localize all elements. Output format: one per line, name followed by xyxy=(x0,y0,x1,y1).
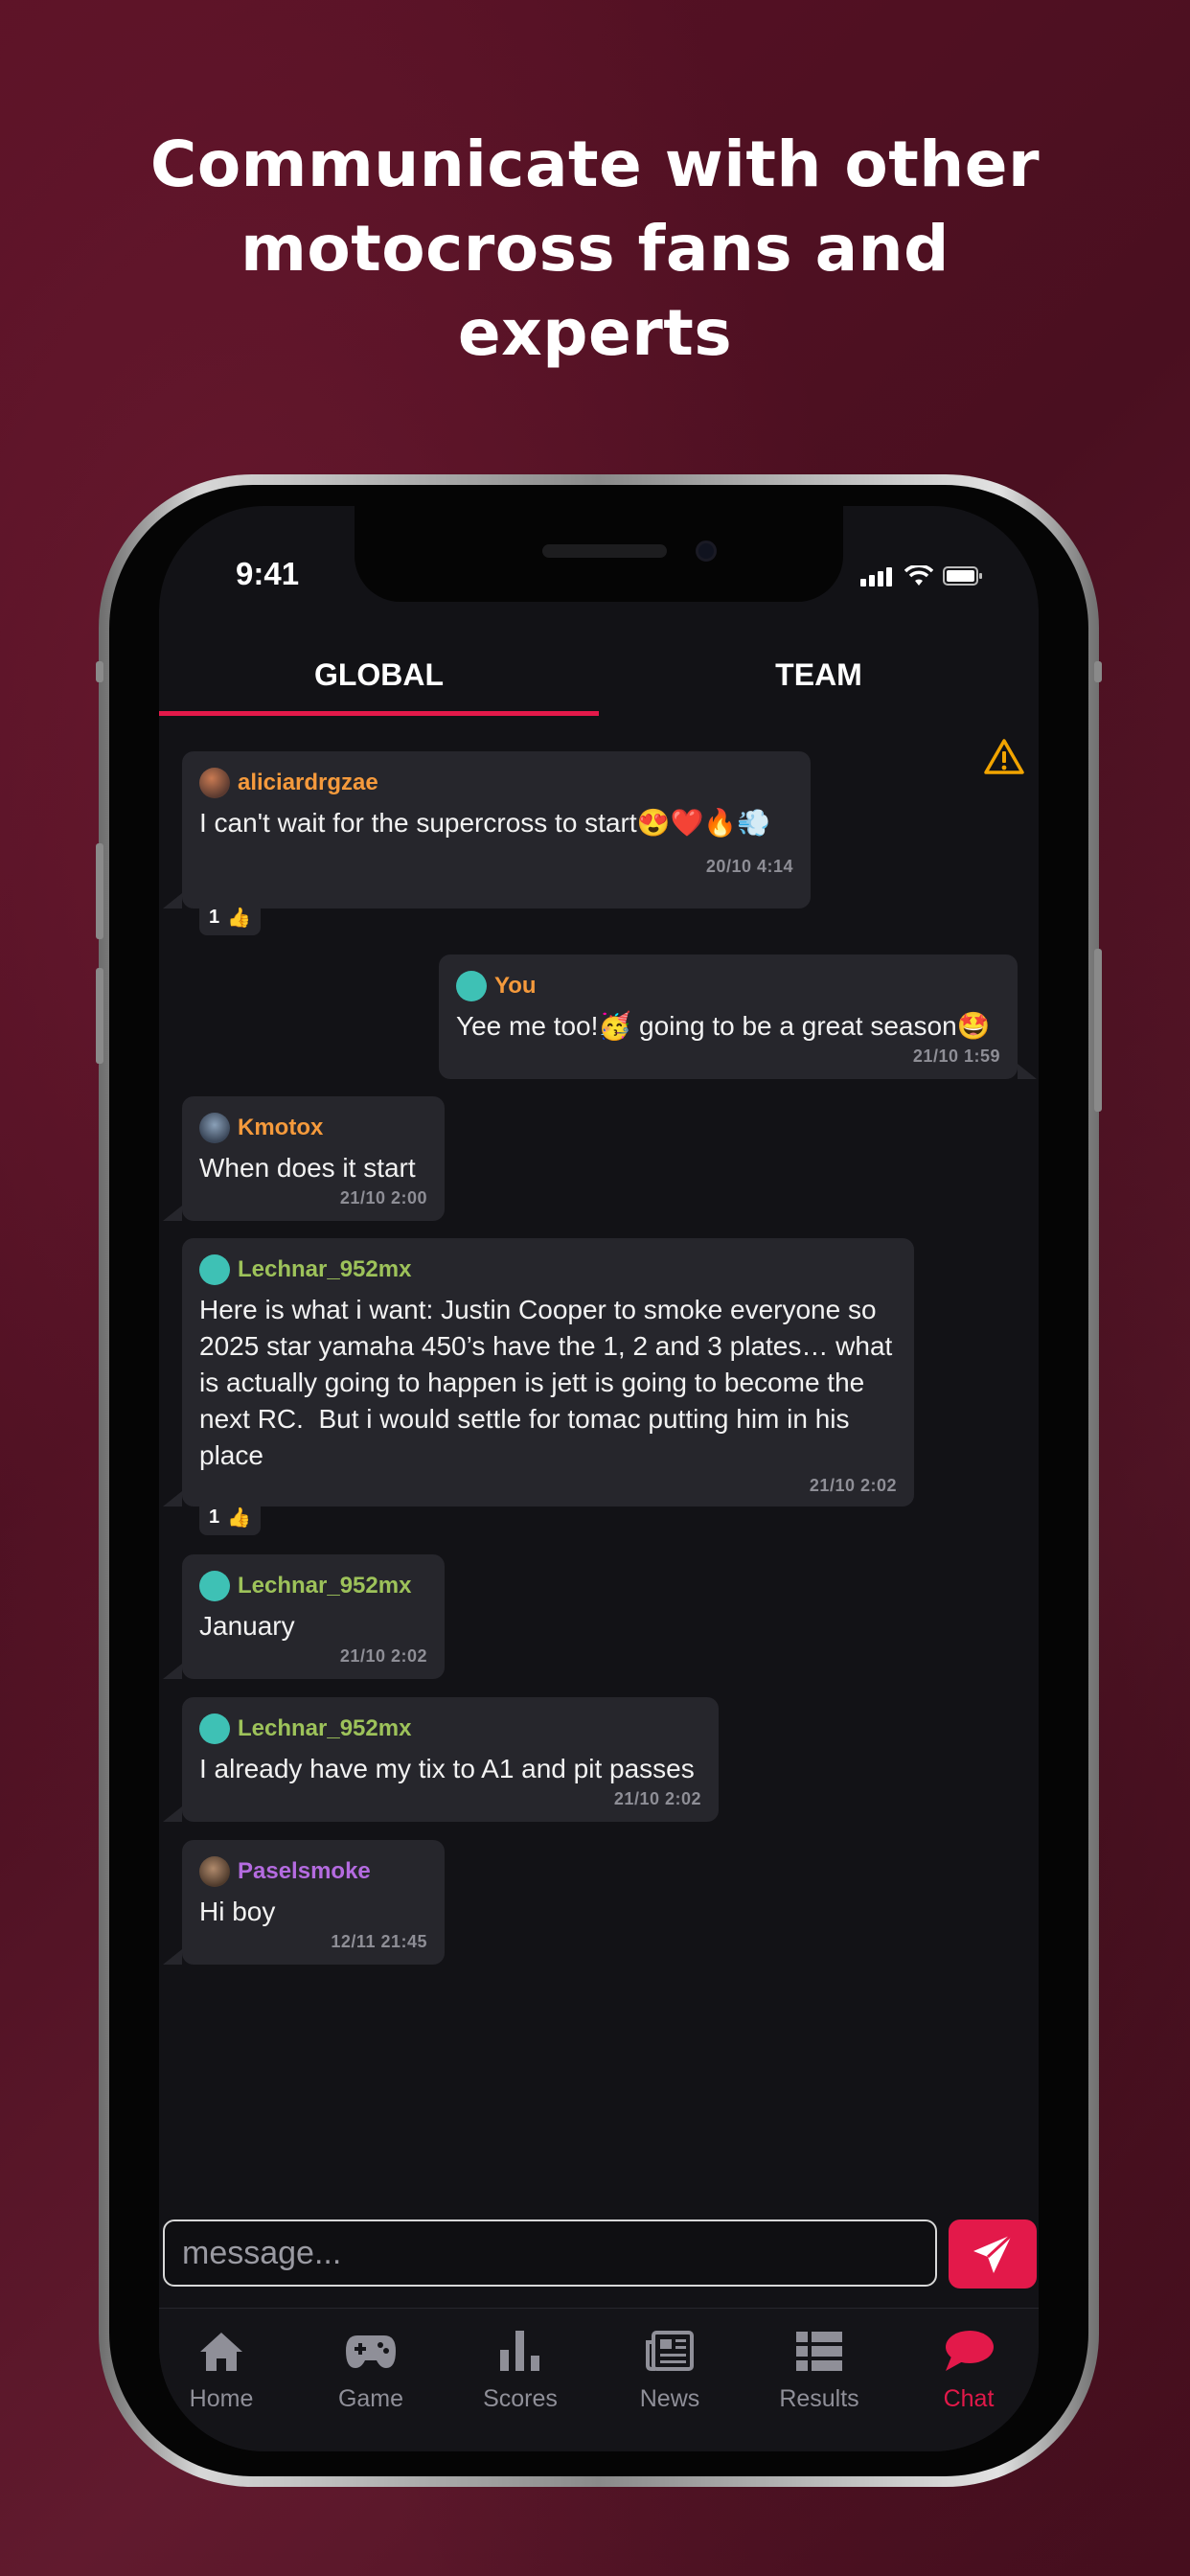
send-button[interactable] xyxy=(949,2220,1037,2288)
like-count: 1 xyxy=(209,906,220,928)
avatar xyxy=(199,1113,230,1143)
message-text: January xyxy=(199,1611,295,1641)
avatar xyxy=(199,1714,230,1744)
nav-scores[interactable]: Scores xyxy=(448,2322,592,2413)
tab-global[interactable]: GLOBAL xyxy=(159,634,599,717)
nav-label: Game xyxy=(337,2385,404,2412)
active-tab-indicator xyxy=(159,711,599,716)
nav-results[interactable]: Results xyxy=(747,2322,891,2413)
message-text: When does it start xyxy=(199,1153,416,1183)
warning-icon[interactable] xyxy=(983,738,1025,781)
power-button xyxy=(1094,949,1102,1112)
message-text: Here is what i want: Justin Cooper to sm… xyxy=(199,1295,901,1470)
message-bubble[interactable]: Lechnar_952mx I already have my tix to A… xyxy=(163,1697,719,1822)
volume-up-button xyxy=(96,843,103,939)
nav-label: Results xyxy=(779,2385,859,2412)
message-bubble-own[interactable]: You Yee me too!🥳 going to be a great sea… xyxy=(439,954,1037,1079)
message-username[interactable]: You xyxy=(494,973,537,1000)
wifi-icon xyxy=(904,565,933,586)
bottom-nav: Home Game Scores News Results Chat xyxy=(159,2308,1039,2451)
nav-label: Chat xyxy=(943,2385,995,2412)
avatar xyxy=(199,1571,230,1601)
message-username[interactable]: Lechnar_952mx xyxy=(238,1573,411,1599)
message-bubble[interactable]: aliciardrgzae I can't wait for the super… xyxy=(163,751,811,908)
message-time: 21/10 2:02 xyxy=(809,1476,897,1495)
message-bubble[interactable]: Lechnar_952mx January 21/10 2:02 xyxy=(163,1554,445,1679)
message-text: I already have my tix to A1 and pit pass… xyxy=(199,1754,695,1783)
thumbs-up-icon: 👍 xyxy=(227,1506,252,1529)
avatar xyxy=(199,1254,230,1285)
message-bubble[interactable]: Lechnar_952mx Here is what i want: Justi… xyxy=(163,1238,914,1506)
newspaper-icon xyxy=(598,2322,742,2380)
like-reaction[interactable]: 1 👍 xyxy=(199,1499,262,1535)
send-icon xyxy=(973,2233,1014,2273)
status-time: 9:41 xyxy=(236,556,300,591)
notch xyxy=(355,506,843,602)
chat-tabs: GLOBAL TEAM xyxy=(159,634,1039,717)
like-reaction[interactable]: 1 👍 xyxy=(199,899,262,935)
message-bubble[interactable]: Kmotox When does it start 21/10 2:00 xyxy=(163,1096,445,1221)
nav-game[interactable]: Game xyxy=(299,2322,443,2413)
message-time: 21/10 2:00 xyxy=(339,1188,427,1208)
speaker xyxy=(542,544,667,558)
message-username[interactable]: Paselsmoke xyxy=(238,1858,371,1885)
status-icons xyxy=(860,565,983,586)
message-username[interactable]: aliciardrgzae xyxy=(238,770,378,796)
like-count: 1 xyxy=(209,1506,220,1528)
nav-label: News xyxy=(639,2385,700,2412)
message-username[interactable]: Kmotox xyxy=(238,1115,323,1141)
nav-home[interactable]: Home xyxy=(159,2322,293,2413)
battery-icon xyxy=(943,566,982,586)
gamepad-icon xyxy=(299,2322,443,2380)
nav-news[interactable]: News xyxy=(598,2322,742,2413)
message-text: Yee me too!🥳 going to be a great season🤩 xyxy=(456,1011,991,1041)
message-text: Hi boy xyxy=(199,1897,276,1926)
side-notch xyxy=(1094,661,1102,682)
message-time: 21/10 2:02 xyxy=(613,1789,701,1808)
phone-screen: 9:41 GLOBAL TEAM aliciardrgzae I can't w… xyxy=(159,506,1039,2451)
avatar xyxy=(199,768,230,798)
message-username[interactable]: Lechnar_952mx xyxy=(238,1715,411,1742)
message-text: I can't wait for the supercross to start… xyxy=(199,808,771,838)
message-time: 20/10 4:14 xyxy=(705,857,793,876)
avatar xyxy=(199,1856,230,1887)
message-username[interactable]: Lechnar_952mx xyxy=(238,1256,411,1283)
message-time: 21/10 2:02 xyxy=(339,1646,427,1666)
message-input-box xyxy=(163,2220,937,2287)
bar-chart-icon xyxy=(448,2322,592,2380)
mute-switch xyxy=(96,661,103,682)
avatar xyxy=(456,971,487,1001)
nav-label: Home xyxy=(189,2385,254,2412)
list-icon xyxy=(747,2322,891,2380)
nav-chat[interactable]: Chat xyxy=(897,2322,1039,2413)
message-time: 12/11 21:45 xyxy=(331,1932,427,1951)
camera xyxy=(696,540,717,562)
thumbs-up-icon: 👍 xyxy=(227,907,252,929)
volume-down-button xyxy=(96,968,103,1064)
message-bubble[interactable]: Paselsmoke Hi boy 12/11 21:45 xyxy=(163,1840,445,1965)
headline: Communicate with other motocross fans an… xyxy=(149,127,1041,370)
cellular-signal-icon xyxy=(860,567,895,586)
home-icon xyxy=(159,2322,293,2380)
message-input[interactable] xyxy=(165,2221,935,2285)
tab-team[interactable]: TEAM xyxy=(599,634,1039,717)
message-time: 21/10 1:59 xyxy=(912,1046,1000,1066)
chat-bubble-icon xyxy=(897,2322,1039,2380)
nav-label: Scores xyxy=(483,2385,558,2412)
